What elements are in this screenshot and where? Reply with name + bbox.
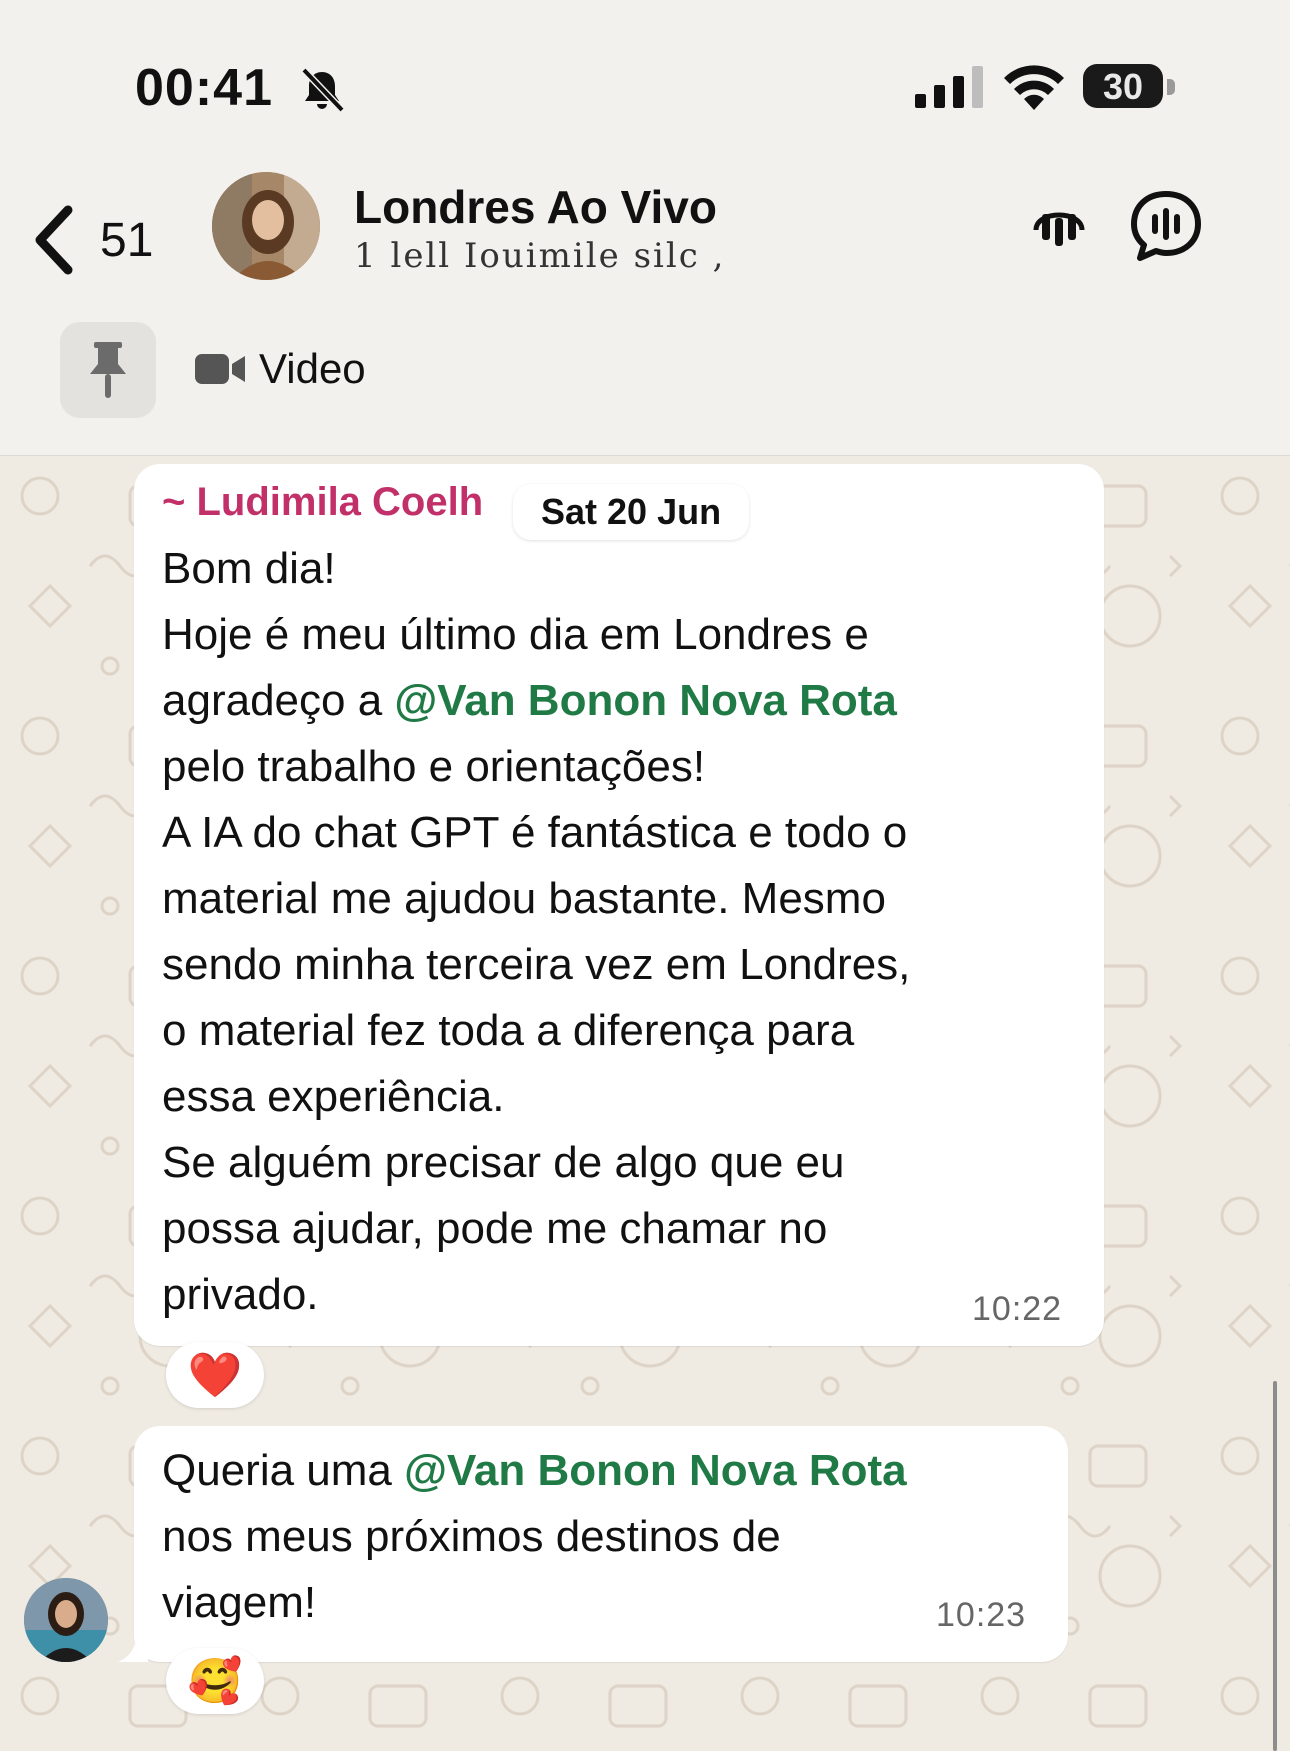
sender-avatar[interactable] (24, 1578, 108, 1662)
message-bubble[interactable]: ~ Ludimila Coelh Bom dia! Hoje é meu últ… (134, 464, 1104, 1346)
group-subtitle: 1 lell Iouimile silc , (354, 236, 726, 276)
bubble-tail (118, 1636, 148, 1662)
status-bar: 00:41 30 (0, 0, 1290, 170)
pinned-label: Video (259, 345, 366, 392)
pin-button[interactable] (60, 322, 156, 418)
unread-count: 51 (100, 213, 154, 267)
group-title[interactable]: Londres Ao Vivo (354, 180, 717, 234)
back-button[interactable]: 51 (30, 190, 170, 290)
message-text: Bom dia! Hoje é meu último dia em Londre… (162, 536, 1092, 1328)
scrollbar[interactable] (1273, 1381, 1277, 1751)
message-text-part: nos meus próximos destinos de viagem! (162, 1512, 781, 1627)
battery-level: 30 (1102, 66, 1144, 107)
mention-link[interactable]: @Van Bonon Nova Rota (404, 1446, 907, 1495)
message-time: 10:22 (972, 1290, 1063, 1328)
pin-icon (90, 342, 126, 398)
bell-slash-icon (301, 67, 345, 113)
message-time: 10:23 (936, 1596, 1027, 1634)
date-chip: Sat 20 Jun (513, 484, 750, 540)
chat-header: 51 Londres Ao Vivo 1 lell Iouimile silc … (0, 170, 1290, 456)
reaction-heart[interactable]: ❤️ (166, 1342, 264, 1408)
status-time: 00:41 (135, 59, 273, 117)
message-bubble[interactable]: Queria uma @Van Bonon Nova Rota nos meus… (134, 1426, 1068, 1662)
message-text-part: pelo trabalho e orientações! A IA do cha… (162, 742, 911, 1319)
cellular-signal-icon (915, 66, 983, 108)
reaction-smiling-hearts[interactable]: 🥰 (166, 1648, 264, 1714)
chat-area[interactable]: ~ Ludimila Coelh Bom dia! Hoje é meu últ… (0, 456, 1290, 1751)
group-avatar[interactable] (212, 172, 320, 280)
mention-link[interactable]: @Van Bonon Nova Rota (394, 676, 897, 725)
message-text-part: Queria uma (162, 1446, 405, 1495)
battery-icon: 30 (1083, 62, 1175, 110)
sender-name[interactable]: ~ Ludimila Coelh (162, 480, 502, 525)
message-text: Queria uma @Van Bonon Nova Rota nos meus… (162, 1438, 1062, 1636)
community-icon[interactable] (1022, 188, 1096, 262)
video-camera-icon (195, 354, 245, 384)
back-chevron-icon (35, 205, 73, 275)
pinned-message[interactable]: Video (195, 345, 366, 393)
wifi-icon (1004, 65, 1064, 110)
voice-chat-icon[interactable] (1126, 186, 1206, 266)
